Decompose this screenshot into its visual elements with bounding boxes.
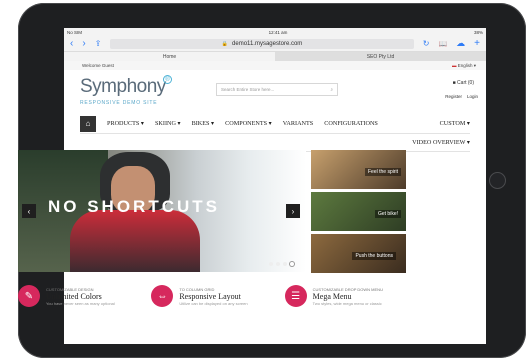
site-header: Symphony ® RESPONSIVE DEMO SITE Search E… [64, 70, 486, 114]
slide-dot[interactable] [269, 262, 273, 266]
side-banner-2[interactable]: Get bike! [311, 192, 406, 231]
feature-desc: You have never seen as many optional [46, 300, 115, 306]
nav-video-overview[interactable]: VIDEO OVERVIEW ▾ [412, 139, 470, 146]
reload-icon[interactable]: ↻ [423, 39, 430, 48]
browser-tabs: Home SEO Pty Ltd [64, 52, 486, 61]
tab-seo[interactable]: SEO Pty Ltd [275, 52, 486, 61]
search-input[interactable]: Search Entire Store here... ⌕ [216, 83, 338, 96]
feature-item[interactable]: ⇔ TO COLUMN GRID Responsive Layout Utili… [151, 276, 274, 316]
url-bar[interactable]: 🔒 demo11.mysagestore.com [110, 38, 414, 49]
slide-dot-active[interactable] [290, 262, 294, 266]
tab-home[interactable]: Home [64, 52, 275, 61]
feature-item[interactable]: ✎ CUSTOMIZABLE DESIGN Unlimited Colors Y… [18, 276, 141, 316]
brush-icon: ✎ [18, 285, 40, 307]
register-link[interactable]: Register [445, 94, 462, 99]
side-banner-label: Push the buttons [352, 252, 396, 260]
responsive-icon: ⇔ [151, 285, 174, 307]
search-icon[interactable]: ⌕ [330, 87, 333, 92]
new-tab-icon[interactable]: + [474, 38, 480, 49]
feature-item[interactable]: ☰ CUSTOMIZABLE DROP DOWN MENU Mega Menu … [284, 276, 408, 316]
hero-prev-button[interactable]: ‹ [22, 204, 36, 218]
status-bar: No SIM 12:41 am 38% [64, 28, 486, 36]
cloud-icon[interactable]: ☁ [456, 38, 465, 49]
browser-toolbar: ‹ › ⇪ 🔒 demo11.mysagestore.com ↻ 📖 ☁ + [64, 36, 486, 52]
cart-link[interactable]: ■ Cart (0) [453, 80, 474, 86]
nav-products[interactable]: PRODUCTS ▾ [107, 120, 144, 127]
nav-skiing[interactable]: SKIING ▾ [155, 120, 181, 127]
feature-title: Mega Menu [312, 291, 352, 301]
back-icon[interactable]: ‹ [70, 38, 73, 49]
feature-row: ✎ CUSTOMIZABLE DESIGN Unlimited Colors Y… [18, 276, 408, 316]
feature-desc: Two styles, wide mega menu or classic [312, 300, 382, 306]
carrier-label: No SIM [67, 29, 83, 35]
home-button[interactable] [489, 172, 506, 189]
bookmarks-icon[interactable]: 📖 [438, 40, 447, 48]
battery-label: 38% [473, 29, 483, 35]
share-icon[interactable]: ⇪ [95, 39, 102, 48]
logo-tagline: RESPONSIVE DEMO SITE [80, 100, 158, 106]
main-nav: ⌂ PRODUCTS ▾ SKIING ▾ BIKES ▾ COMPONENTS… [80, 114, 470, 134]
side-banner-label: Feel the spirit [364, 168, 401, 176]
forward-icon[interactable]: › [82, 38, 85, 49]
hero-caption: NO SHORTCUTS [48, 197, 220, 216]
welcome-text: Welcome Guest [82, 63, 114, 68]
language-select[interactable]: ▬ English ▾ [452, 63, 476, 69]
logo-mark-icon: ® [163, 75, 172, 84]
url-text: demo11.mysagestore.com [232, 40, 303, 47]
side-banner-1[interactable]: Feel the spirit [311, 150, 406, 189]
site-topline: Welcome Guest ▬ English ▾ [64, 61, 486, 70]
menu-icon: ☰ [284, 285, 307, 307]
hero-slider[interactable]: NO SHORTCUTS ‹ › [18, 150, 306, 272]
nav-variants[interactable]: VARIANTS [283, 120, 313, 127]
login-link[interactable]: Login [467, 94, 478, 99]
feature-title: Responsive Layout [179, 291, 241, 301]
lock-icon: 🔒 [221, 40, 229, 47]
side-banner-3[interactable]: Push the buttons [311, 234, 406, 273]
slide-dot[interactable] [283, 262, 287, 266]
nav-configurations[interactable]: CONFIGURATIONS [324, 120, 378, 127]
slide-dot[interactable] [276, 262, 280, 266]
nav-custom[interactable]: CUSTOM ▾ [440, 120, 470, 127]
rider-body [70, 210, 200, 272]
feature-desc: Utilize can be displayed on any screen [179, 300, 248, 306]
hero-next-button[interactable]: › [286, 204, 300, 218]
home-icon[interactable]: ⌂ [80, 115, 96, 132]
nav-bikes[interactable]: BIKES ▾ [192, 120, 215, 127]
feature-title: Unlimited Colors [46, 291, 102, 301]
hero-dots [269, 262, 294, 266]
cart-label: Cart (0) [457, 80, 474, 86]
site-logo[interactable]: Symphony [80, 76, 166, 98]
feature-kicker: CUSTOMIZABLE DROP DOWN MENU [312, 286, 383, 292]
search-placeholder: Search Entire Store here... [221, 87, 275, 92]
clock-label: 12:41 am [268, 29, 288, 35]
side-banner-label: Get bike! [374, 210, 401, 218]
account-links: Register Login [445, 94, 478, 99]
nav-components[interactable]: COMPONENTS ▾ [225, 120, 272, 127]
language-label: English [457, 62, 473, 68]
